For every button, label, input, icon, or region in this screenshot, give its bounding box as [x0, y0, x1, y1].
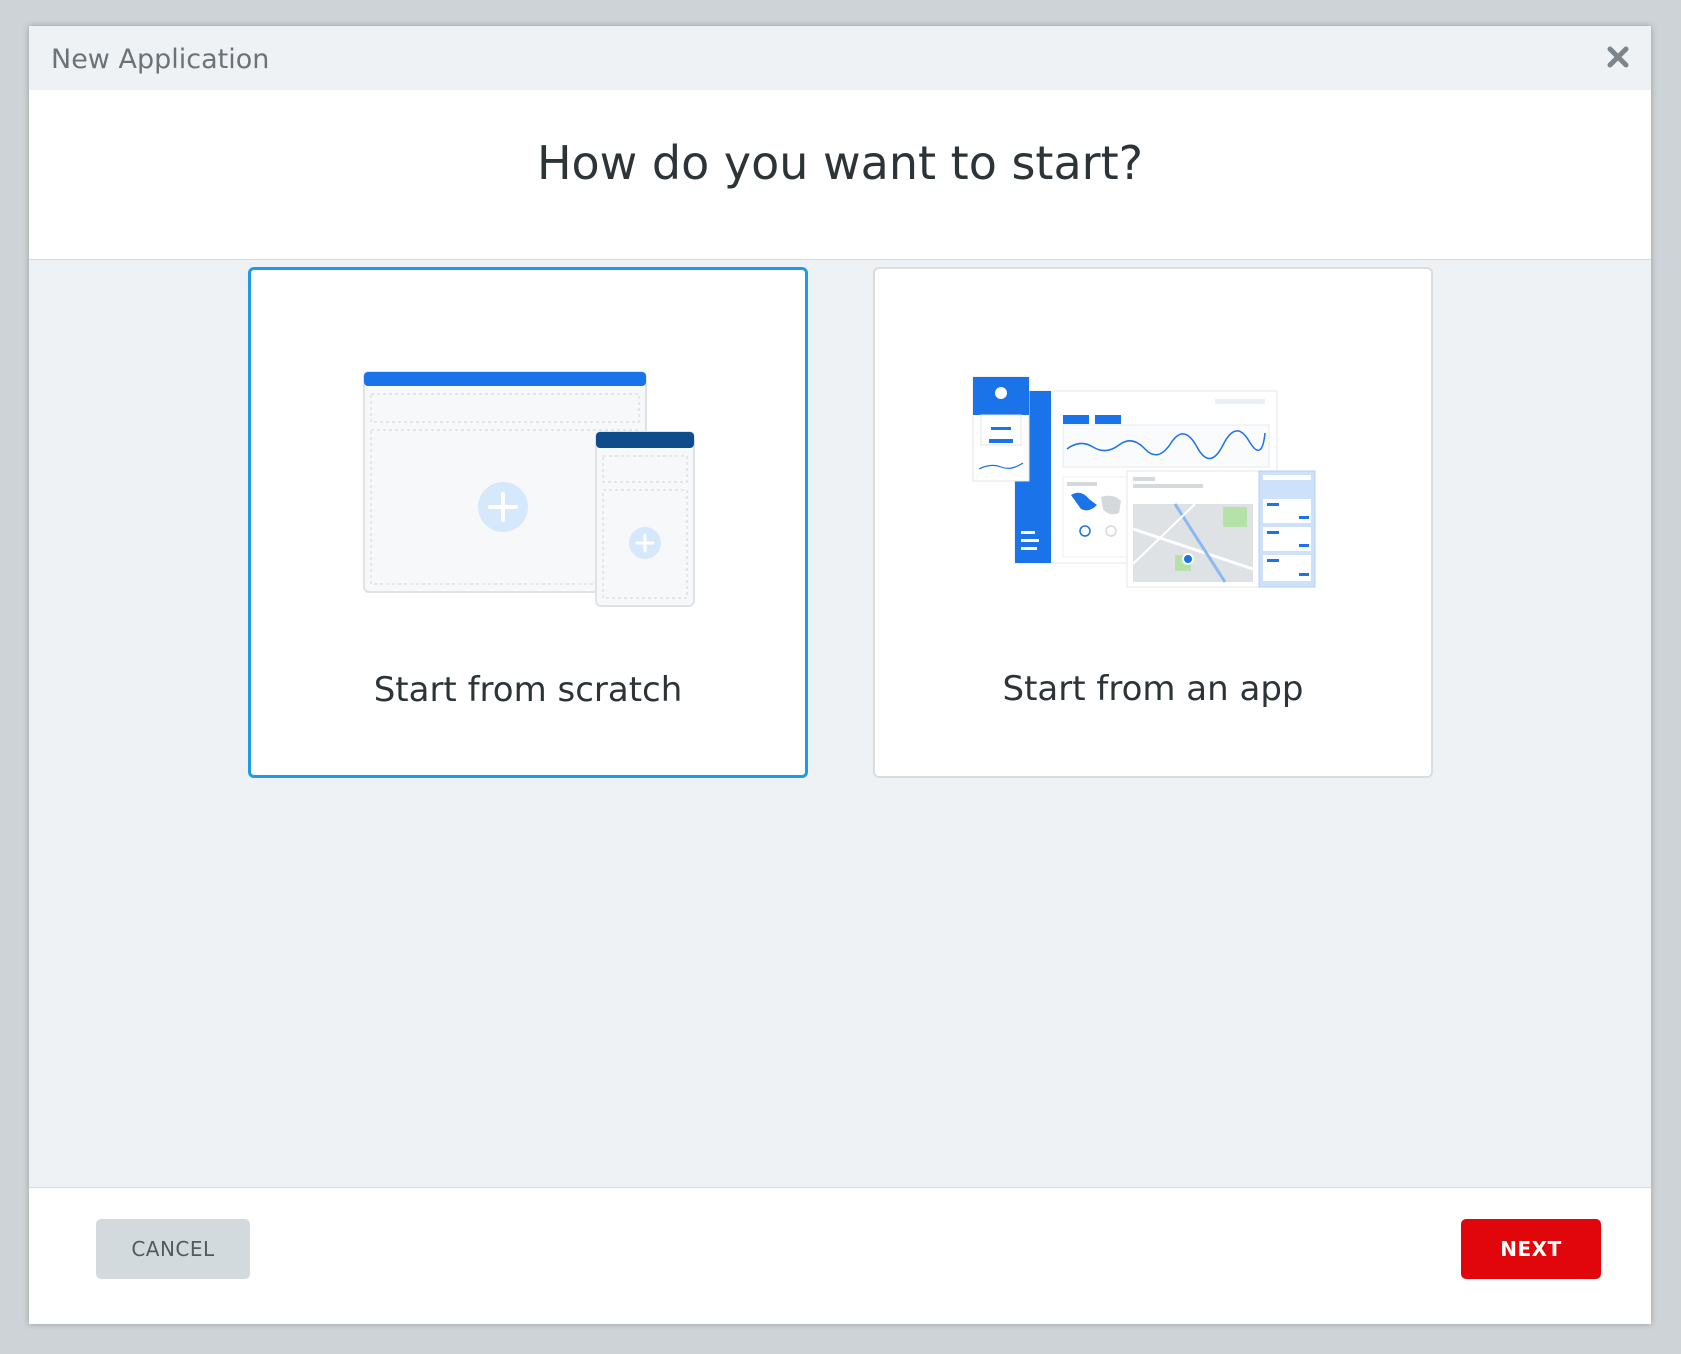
page-heading: How do you want to start? [536, 136, 1144, 190]
option-label: Start from an app [1002, 669, 1304, 709]
option-label: Start from scratch [373, 670, 683, 710]
dialog-title: New Application [51, 44, 270, 75]
option-start-from-an-app[interactable]: Start from an app [873, 267, 1433, 778]
app-template-illustration [972, 376, 1316, 588]
heading-band: How do you want to start? [29, 90, 1651, 260]
dialog-titlebar: New Application [29, 26, 1651, 90]
dialog-footer: CANCEL NEXT [29, 1187, 1651, 1324]
blank-layout-illustration [363, 371, 695, 607]
next-button[interactable]: NEXT [1461, 1219, 1601, 1279]
close-icon[interactable] [1603, 42, 1633, 72]
new-application-dialog: New Application How do you want to start… [29, 26, 1651, 1324]
cancel-button[interactable]: CANCEL [96, 1219, 250, 1279]
option-start-from-scratch[interactable]: Start from scratch [248, 267, 808, 778]
